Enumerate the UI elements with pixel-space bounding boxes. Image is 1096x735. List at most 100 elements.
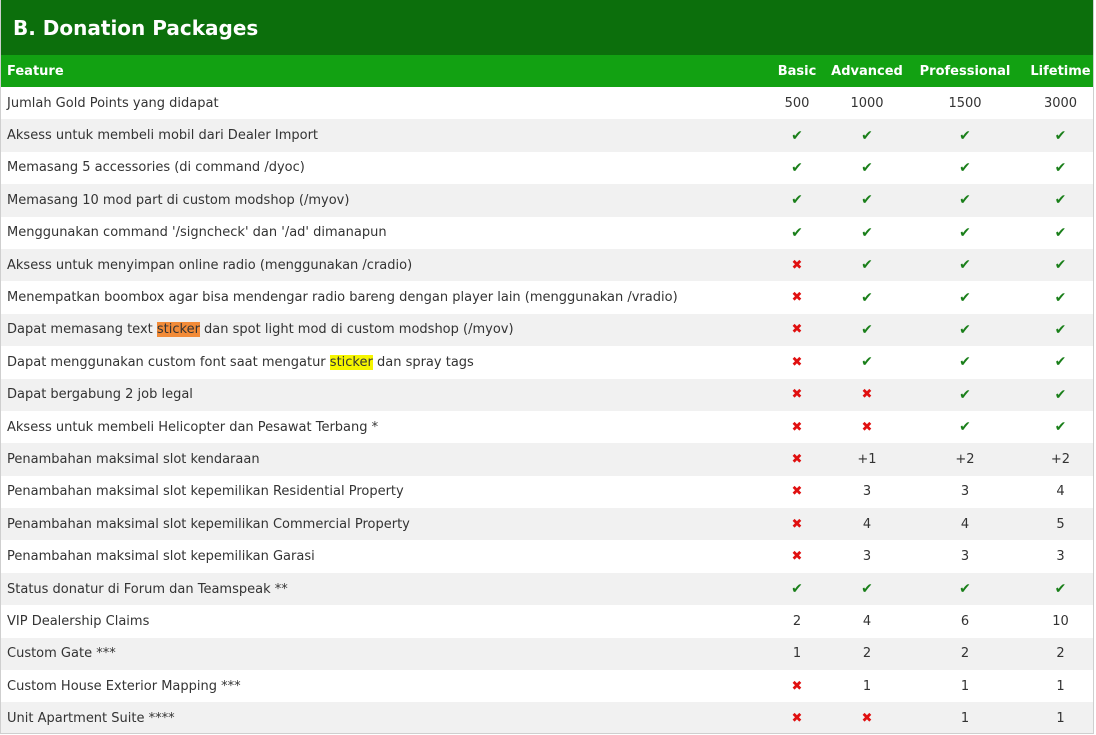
table-row: Memasang 5 accessories (di command /dyoc… [1, 152, 1093, 184]
feature-text: Dapat menggunakan custom font saat menga… [7, 354, 330, 370]
lifetime-value: 5 [1056, 516, 1065, 532]
feature-cell: Memasang 5 accessories (di command /dyoc… [7, 160, 305, 176]
advanced-value: 1 [862, 678, 872, 694]
cross-icon: ✖ [791, 451, 803, 467]
table-body: Jumlah Gold Points yang didapat 500 1000 15… [1, 87, 1093, 733]
section-title: B. Donation Packages [1, 0, 1093, 55]
advanced-value: 1000 [850, 95, 884, 111]
check-icon: ✔ [959, 419, 971, 436]
cross-icon: ✖ [791, 387, 803, 403]
check-icon: ✔ [861, 581, 873, 598]
check-icon: ✔ [861, 224, 873, 241]
table-row: VIP Dealership Claims 2 4 6 10 [1, 605, 1093, 637]
cross-icon: ✖ [861, 387, 873, 403]
table-row: Aksess untuk menyimpan online radio (men… [1, 248, 1093, 282]
feature-cell: Memasang 10 mod part di custom modshop (… [7, 192, 350, 208]
donation-packages-panel: B. Donation Packages Feature Basic Advan… [0, 0, 1094, 734]
check-icon: ✔ [791, 581, 803, 598]
feature-cell: Penambahan maksimal slot kepemilikan Gar… [7, 549, 315, 565]
lifetime-value: 2 [1056, 646, 1065, 662]
table-row: Penambahan maksimal slot kendaraan ✖ +1 +2 +… [1, 443, 1093, 476]
table-row: Dapat bergabung 2 job legal ✖ ✖ ✔ ✔ [1, 378, 1093, 411]
lifetime-value: 3000 [1043, 95, 1078, 111]
check-icon: ✔ [959, 159, 971, 176]
feature-cell: VIP Dealership Claims [7, 613, 150, 629]
feature-cell: Dapat memasang text sticker dan spot lig… [1, 314, 764, 346]
advanced-value: 4 [862, 516, 872, 532]
feature-cell: Menggunakan command '/signcheck' dan '/a… [7, 225, 387, 241]
check-icon: ✔ [791, 192, 803, 209]
check-icon: ✔ [791, 224, 803, 241]
check-icon: ✔ [791, 127, 803, 144]
cross-icon: ✖ [861, 419, 873, 435]
feature-cell: Dapat bergabung 2 job legal [7, 387, 193, 403]
feature-cell: Status donatur di Forum dan Teamspeak ** [7, 581, 288, 597]
professional-value: 3 [960, 484, 970, 500]
table-row: Aksess untuk membeli Helicopter dan Pesa… [1, 411, 1093, 443]
lifetime-value: 10 [1052, 613, 1069, 629]
lifetime-value: 1 [1056, 711, 1065, 727]
check-icon: ✔ [1054, 581, 1067, 598]
table-row: Memasang 10 mod part di custom modshop (… [1, 184, 1093, 217]
feature-cell: Aksess untuk menyimpan online radio (men… [7, 257, 413, 273]
check-icon: ✔ [1054, 321, 1067, 338]
check-icon: ✔ [791, 159, 803, 176]
cross-icon: ✖ [791, 290, 803, 306]
check-icon: ✔ [1054, 127, 1067, 144]
cross-icon: ✖ [791, 484, 803, 500]
feature-cell: Dapat menggunakan custom font saat menga… [1, 346, 764, 378]
table-row: Aksess untuk membeli mobil dari Dealer I… [1, 119, 1093, 152]
column-header-basic: Basic [777, 63, 817, 79]
check-icon: ✔ [1054, 224, 1067, 241]
check-icon: ✔ [959, 321, 971, 338]
check-icon: ✔ [1054, 289, 1067, 306]
check-icon: ✔ [1054, 386, 1067, 403]
table-row: Penambahan maksimal slot kepemilikan Res… [1, 476, 1093, 508]
professional-value: 2 [960, 646, 970, 662]
column-header-lifetime: Lifetime [1030, 63, 1091, 79]
professional-value: 3 [960, 549, 970, 565]
feature-text: dan spot light mod di custom modshop (/m… [199, 322, 514, 338]
feature-cell: Aksess untuk membeli mobil dari Dealer I… [7, 128, 319, 144]
feature-text: dan spray tags [372, 354, 474, 370]
cross-icon: ✖ [791, 549, 803, 565]
cross-icon: ✖ [791, 354, 803, 370]
lifetime-value: +2 [1050, 451, 1071, 467]
packages-table: Feature Basic Advanced Professional Life… [1, 55, 1093, 733]
header-row: Feature Basic Advanced Professional Life… [1, 55, 1093, 87]
check-icon: ✔ [861, 289, 873, 306]
check-icon: ✔ [1054, 419, 1067, 436]
check-icon: ✔ [861, 321, 873, 338]
check-icon: ✔ [1054, 354, 1067, 371]
table-row: Jumlah Gold Points yang didapat 500 1000 15… [1, 87, 1093, 119]
check-icon: ✔ [1054, 192, 1067, 209]
cross-icon: ✖ [791, 419, 803, 435]
check-icon: ✔ [1054, 257, 1067, 274]
table-row: Custom House Exterior Mapping *** ✖ 1 1 1 [1, 670, 1093, 702]
feature-cell: Custom Gate *** [7, 646, 116, 662]
advanced-value: 4 [862, 613, 872, 629]
highlighted-keyword: sticker [156, 322, 200, 338]
check-icon: ✔ [959, 192, 971, 209]
feature-text: Dapat memasang text [7, 322, 157, 338]
check-icon: ✔ [861, 159, 873, 176]
table-header: Feature Basic Advanced Professional Life… [1, 55, 1093, 87]
professional-value: 6 [960, 613, 970, 629]
highlighted-keyword: sticker [329, 354, 373, 370]
feature-cell: Penambahan maksimal slot kendaraan [7, 451, 260, 467]
feature-cell: Custom House Exterior Mapping *** [7, 678, 241, 694]
check-icon: ✔ [959, 224, 971, 241]
lifetime-value: 1 [1056, 678, 1065, 694]
advanced-value: 3 [862, 549, 872, 565]
check-icon: ✔ [959, 257, 971, 274]
professional-value: +2 [955, 451, 975, 467]
professional-value: 1 [960, 711, 970, 727]
table-row: Menempatkan boombox agar bisa mendengar … [1, 281, 1093, 313]
lifetime-value: 3 [1056, 549, 1065, 565]
check-icon: ✔ [861, 127, 873, 144]
basic-value: 500 [784, 95, 810, 111]
cross-icon: ✖ [791, 711, 803, 727]
check-icon: ✔ [861, 354, 873, 371]
table-row: Custom Gate *** 1 2 2 2 [1, 637, 1093, 671]
check-icon: ✔ [959, 127, 971, 144]
